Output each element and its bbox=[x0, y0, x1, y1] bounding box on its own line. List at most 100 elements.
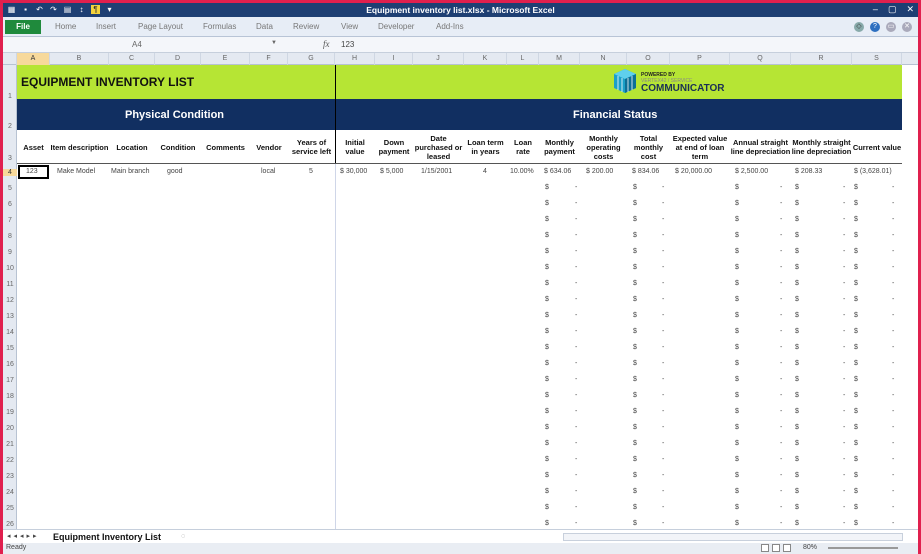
cell-currency-symbol[interactable]: $ bbox=[795, 488, 799, 495]
cell-dash[interactable]: - bbox=[780, 248, 782, 255]
cell-dash[interactable]: - bbox=[780, 216, 782, 223]
cell-currency-symbol[interactable]: $ bbox=[545, 344, 549, 351]
worksheet[interactable]: EQUIPMENT INVENTORY LIST POWERED BY VERT… bbox=[17, 65, 918, 531]
cell-dash[interactable]: - bbox=[780, 312, 782, 319]
cell-dash[interactable]: - bbox=[575, 392, 577, 399]
row-header[interactable]: 10 bbox=[3, 265, 17, 272]
cell-dash[interactable]: - bbox=[780, 376, 782, 383]
cell-dash[interactable]: - bbox=[780, 360, 782, 367]
row-header[interactable]: 8 bbox=[3, 233, 17, 240]
column-header[interactable]: O bbox=[627, 53, 670, 65]
cell-dash[interactable]: - bbox=[843, 520, 845, 527]
cell-dash[interactable]: - bbox=[662, 184, 664, 191]
cell-dash[interactable]: - bbox=[780, 232, 782, 239]
cell-dash[interactable]: - bbox=[892, 520, 894, 527]
restore-icon[interactable]: ▭ bbox=[886, 22, 896, 32]
column-header[interactable]: D bbox=[155, 53, 201, 65]
cell-currency-symbol[interactable]: $ bbox=[795, 520, 799, 527]
cell-dash[interactable]: - bbox=[662, 328, 664, 335]
cell-dash[interactable]: - bbox=[780, 488, 782, 495]
cell-dash[interactable]: - bbox=[662, 408, 664, 415]
cell-currency-symbol[interactable]: $ bbox=[545, 184, 549, 191]
cell-dash[interactable]: - bbox=[575, 376, 577, 383]
cell-dash[interactable]: - bbox=[575, 344, 577, 351]
cell-currency-symbol[interactable]: $ bbox=[854, 360, 858, 367]
cell-dash[interactable]: - bbox=[575, 360, 577, 367]
select-all-corner[interactable] bbox=[3, 53, 17, 65]
column-header[interactable]: M bbox=[539, 53, 580, 65]
cell-dash[interactable]: - bbox=[843, 216, 845, 223]
row-header[interactable]: 20 bbox=[3, 425, 17, 432]
row-header[interactable]: 21 bbox=[3, 441, 17, 448]
cell-currency-symbol[interactable]: $ bbox=[735, 296, 739, 303]
cell-currency-symbol[interactable]: $ bbox=[735, 184, 739, 191]
cell-dash[interactable]: - bbox=[780, 408, 782, 415]
cell-dash[interactable]: - bbox=[780, 200, 782, 207]
cell-dash[interactable]: - bbox=[843, 488, 845, 495]
cell-currency-symbol[interactable]: $ bbox=[795, 200, 799, 207]
cell-currency-symbol[interactable]: $ bbox=[795, 360, 799, 367]
cell-currency-symbol[interactable]: $ bbox=[545, 520, 549, 527]
cell-expected-value[interactable]: $ 20,000.00 bbox=[675, 168, 712, 175]
cell-dash[interactable]: - bbox=[892, 280, 894, 287]
cell-dash[interactable]: - bbox=[843, 264, 845, 271]
cell-currency-symbol[interactable]: $ bbox=[545, 312, 549, 319]
cell-dash[interactable]: - bbox=[892, 248, 894, 255]
column-header[interactable]: H bbox=[335, 53, 375, 65]
cell-currency-symbol[interactable]: $ bbox=[545, 424, 549, 431]
cell-currency-symbol[interactable]: $ bbox=[735, 264, 739, 271]
cell-dash[interactable]: - bbox=[575, 440, 577, 447]
help-icon[interactable]: ? bbox=[870, 22, 880, 32]
cell-dash[interactable]: - bbox=[575, 408, 577, 415]
page-break-view-icon[interactable] bbox=[783, 544, 791, 552]
cell-years-left[interactable]: 5 bbox=[309, 168, 313, 175]
cell-dash[interactable]: - bbox=[892, 184, 894, 191]
cell-dash[interactable]: - bbox=[892, 344, 894, 351]
cell-dash[interactable]: - bbox=[662, 344, 664, 351]
cell-currency-symbol[interactable]: $ bbox=[735, 248, 739, 255]
cell-dash[interactable]: - bbox=[892, 232, 894, 239]
cell-currency-symbol[interactable]: $ bbox=[735, 200, 739, 207]
cell-currency-symbol[interactable]: $ bbox=[795, 312, 799, 319]
cell-dash[interactable]: - bbox=[575, 264, 577, 271]
cell-currency-symbol[interactable]: $ bbox=[795, 392, 799, 399]
insert-sheet-icon[interactable]: ◌ bbox=[181, 533, 185, 540]
cell-condition[interactable]: good bbox=[167, 168, 183, 175]
cell-currency-symbol[interactable]: $ bbox=[854, 280, 858, 287]
row-header[interactable]: 4 bbox=[3, 169, 17, 176]
cell-dash[interactable]: - bbox=[843, 312, 845, 319]
formula-input[interactable]: 123 bbox=[341, 40, 354, 49]
cell-currency-symbol[interactable]: $ bbox=[854, 200, 858, 207]
cell-currency-symbol[interactable]: $ bbox=[854, 504, 858, 511]
cell-annual-depreciation[interactable]: $ 2,500.00 bbox=[735, 168, 768, 175]
cell-currency-symbol[interactable]: $ bbox=[735, 424, 739, 431]
cell-currency-symbol[interactable]: $ bbox=[795, 296, 799, 303]
cell-dash[interactable]: - bbox=[662, 488, 664, 495]
cell-dash[interactable]: - bbox=[892, 408, 894, 415]
row-header[interactable]: 12 bbox=[3, 297, 17, 304]
cell-dash[interactable]: - bbox=[892, 472, 894, 479]
cell-dash[interactable]: - bbox=[843, 360, 845, 367]
cell-currency-symbol[interactable]: $ bbox=[545, 408, 549, 415]
cell-currency-symbol[interactable]: $ bbox=[735, 488, 739, 495]
cell-dash[interactable]: - bbox=[662, 392, 664, 399]
cell-dash[interactable]: - bbox=[662, 200, 664, 207]
cell-dash[interactable]: - bbox=[843, 344, 845, 351]
cell-currency-symbol[interactable]: $ bbox=[633, 312, 637, 319]
cell-dash[interactable]: - bbox=[843, 232, 845, 239]
row-header[interactable]: 18 bbox=[3, 393, 17, 400]
cell-currency-symbol[interactable]: $ bbox=[735, 456, 739, 463]
cell-dash[interactable]: - bbox=[843, 280, 845, 287]
cell-dash[interactable]: - bbox=[843, 472, 845, 479]
minimize-button[interactable]: – bbox=[873, 4, 878, 15]
cell-dash[interactable]: - bbox=[843, 424, 845, 431]
normal-view-icon[interactable] bbox=[761, 544, 769, 552]
cell-dash[interactable]: - bbox=[892, 440, 894, 447]
cell-currency-symbol[interactable]: $ bbox=[854, 392, 858, 399]
minimize-ribbon-icon[interactable]: ◇ bbox=[854, 22, 864, 32]
row-header[interactable]: 9 bbox=[3, 249, 17, 256]
cell-currency-symbol[interactable]: $ bbox=[795, 232, 799, 239]
cell-dash[interactable]: - bbox=[575, 248, 577, 255]
cell-currency-symbol[interactable]: $ bbox=[854, 440, 858, 447]
row-header[interactable]: 16 bbox=[3, 361, 17, 368]
